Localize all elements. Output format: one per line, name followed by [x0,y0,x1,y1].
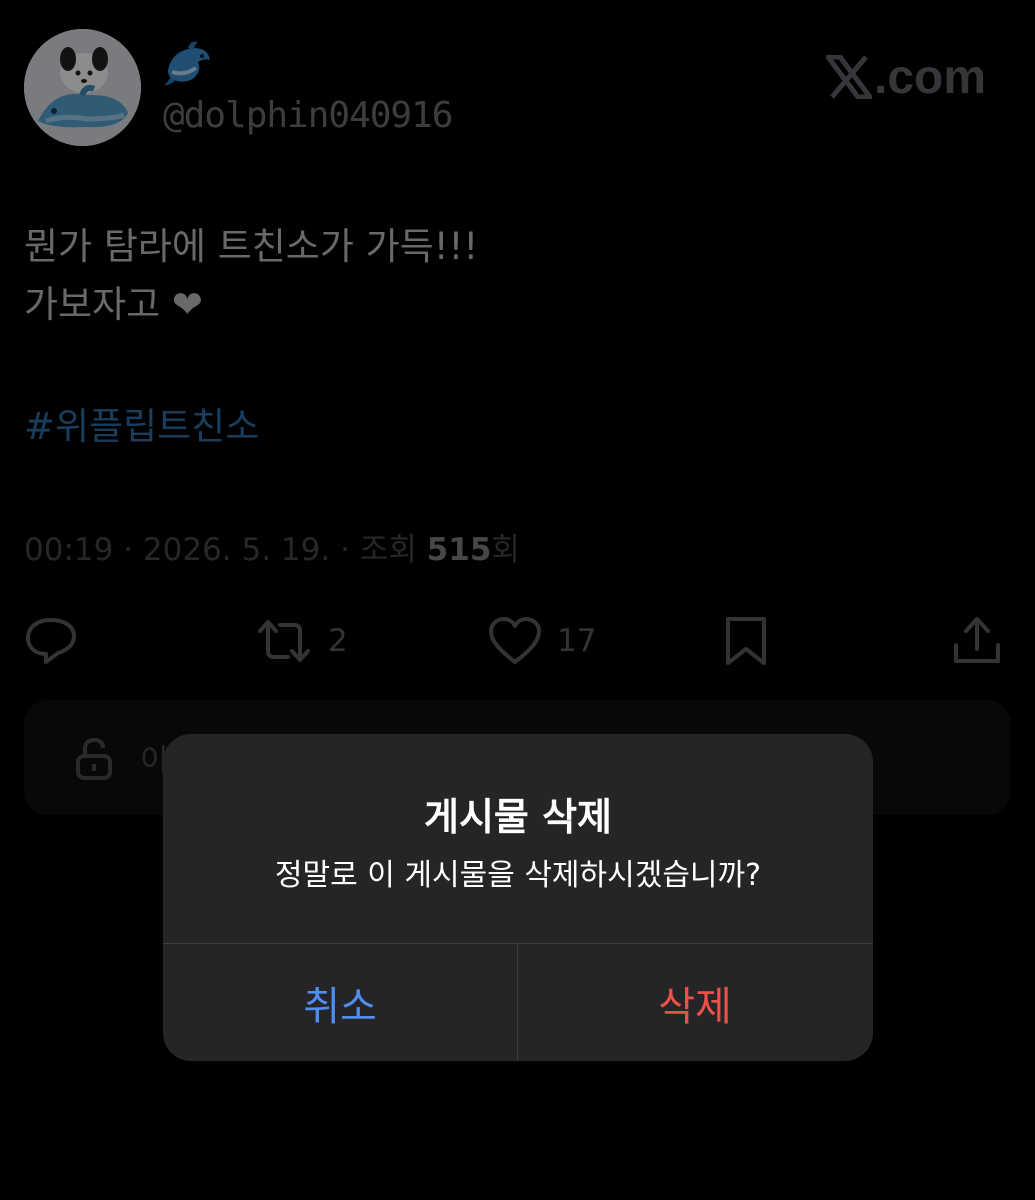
dialog-message: 정말로 이 게시물을 삭제하시겠습니까? [274,858,762,893]
delete-button[interactable]: 삭제 [518,944,872,1061]
dialog-title: 게시물 삭제 [423,795,613,839]
cancel-button[interactable]: 취소 [163,944,517,1061]
delete-confirm-dialog: 게시물 삭제 정말로 이 게시물을 삭제하시겠습니까? 취소 삭제 [163,734,873,1061]
